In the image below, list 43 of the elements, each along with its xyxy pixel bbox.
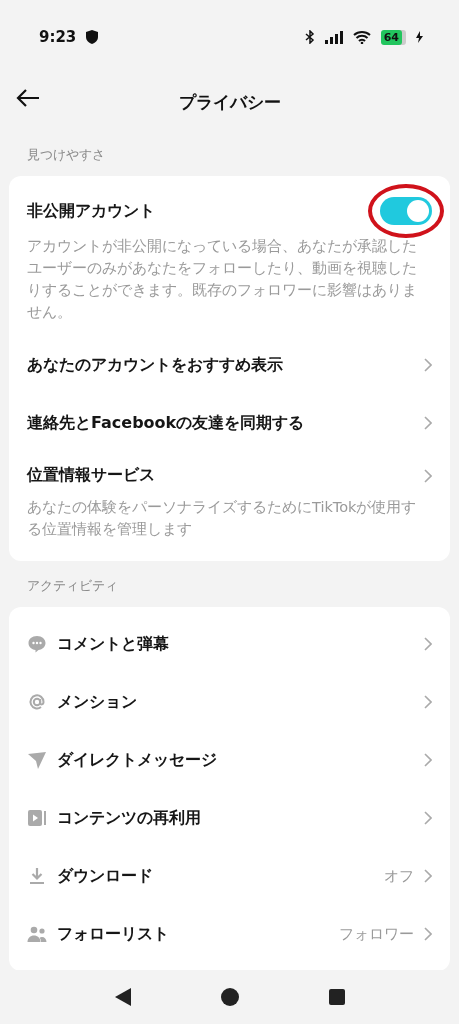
recents-nav-icon[interactable] bbox=[328, 989, 345, 1005]
setting-title[interactable]: 位置情報サービス bbox=[27, 465, 414, 486]
back-arrow-icon bbox=[16, 88, 40, 108]
home-nav-icon[interactable] bbox=[220, 988, 239, 1006]
signal-icon bbox=[324, 30, 343, 44]
section-label: 見つけやすさ bbox=[26, 146, 106, 164]
at-sign-icon bbox=[27, 692, 47, 712]
charging-bolt-icon bbox=[416, 31, 423, 43]
chevron-icon bbox=[424, 811, 432, 825]
setting-title[interactable]: メンション bbox=[57, 691, 414, 713]
toggle-switch[interactable] bbox=[380, 197, 432, 225]
chevron-icon bbox=[424, 927, 432, 941]
setting-title[interactable]: ダウンロード bbox=[57, 865, 374, 887]
setting-title[interactable]: あなたのアカウントをおすすめ表示 bbox=[27, 354, 414, 376]
video-icon bbox=[27, 808, 47, 828]
setting-value: フォロワー bbox=[339, 924, 414, 944]
setting-title[interactable]: ダイレクトメッセージ bbox=[57, 749, 414, 771]
back-nav-icon[interactable] bbox=[114, 988, 131, 1006]
chevron-icon bbox=[424, 416, 432, 430]
section-label: アクティビティ bbox=[26, 577, 119, 595]
download-icon bbox=[27, 866, 47, 886]
chevron-icon bbox=[424, 695, 432, 709]
page-title: プライバシー bbox=[178, 90, 281, 114]
wifi-icon bbox=[352, 30, 371, 44]
chevron-icon bbox=[424, 358, 432, 372]
setting-title[interactable]: 連絡先とFacebookの友達を同期する bbox=[27, 412, 414, 434]
setting-description: アカウントが非公開になっている場合、あなたが承認したユーザーのみがあなたをフォローしたり、動画を視聴したりすることができます。既存のフォロワーに影響はありません。 bbox=[27, 237, 418, 322]
bluetooth-icon bbox=[304, 30, 315, 44]
setting-title[interactable]: コンテンツの再利用 bbox=[57, 807, 414, 829]
setting-title[interactable]: フォローリスト bbox=[57, 923, 329, 945]
chevron-icon bbox=[424, 753, 432, 767]
chevron-icon bbox=[424, 869, 432, 883]
chevron-icon bbox=[424, 468, 432, 483]
setting-title[interactable]: コメントと弾幕 bbox=[57, 633, 414, 655]
speech-bubble-icon bbox=[27, 634, 47, 654]
setting-description: あなたの体験をパーソナライズするためにTikTokが使用する位置情報を管理します bbox=[27, 498, 418, 539]
shield-icon bbox=[86, 30, 99, 44]
people-icon bbox=[27, 924, 47, 944]
chevron-icon bbox=[424, 637, 432, 651]
setting-title[interactable]: 非公開アカウント bbox=[27, 200, 370, 222]
paper-plane-icon bbox=[27, 750, 47, 770]
setting-value: オフ bbox=[384, 866, 414, 886]
clock: 9:23 bbox=[39, 28, 77, 46]
